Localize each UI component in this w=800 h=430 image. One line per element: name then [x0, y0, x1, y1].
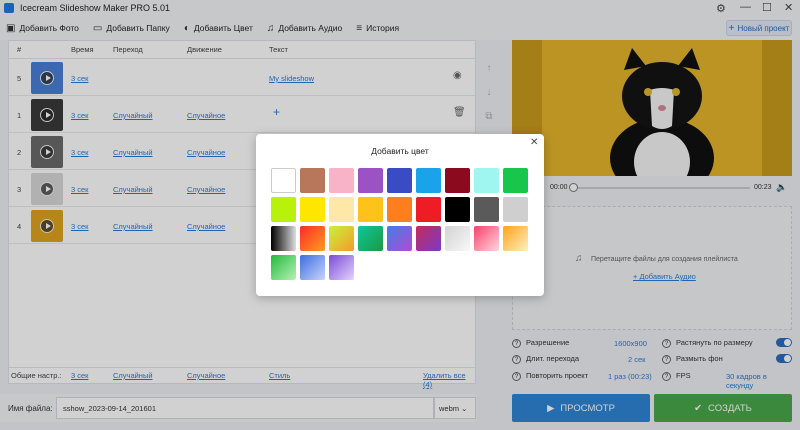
- color-swatch[interactable]: [503, 226, 528, 251]
- color-swatch[interactable]: [271, 255, 296, 280]
- color-swatch[interactable]: [300, 168, 325, 193]
- color-swatch[interactable]: [300, 255, 325, 280]
- color-swatch[interactable]: [387, 168, 412, 193]
- color-swatch[interactable]: [416, 168, 441, 193]
- color-swatch[interactable]: [474, 226, 499, 251]
- color-swatch[interactable]: [445, 168, 470, 193]
- color-swatch[interactable]: [271, 197, 296, 222]
- color-swatch[interactable]: [300, 226, 325, 251]
- color-swatch[interactable]: [329, 226, 354, 251]
- color-swatch[interactable]: [503, 168, 528, 193]
- color-swatch[interactable]: [416, 226, 441, 251]
- color-swatch[interactable]: [358, 168, 383, 193]
- color-swatch[interactable]: [358, 226, 383, 251]
- color-swatch[interactable]: [387, 197, 412, 222]
- dialog-title: Добавить цвет: [371, 146, 429, 156]
- add-color-dialog: Добавить цвет ✕: [256, 134, 544, 296]
- color-swatch[interactable]: [358, 197, 383, 222]
- color-swatch[interactable]: [474, 197, 499, 222]
- close-icon[interactable]: ✕: [530, 137, 538, 148]
- color-swatch[interactable]: [329, 168, 354, 193]
- color-swatch[interactable]: [474, 168, 499, 193]
- color-swatch[interactable]: [387, 226, 412, 251]
- color-swatch[interactable]: [503, 197, 528, 222]
- color-swatch[interactable]: [271, 168, 296, 193]
- color-swatch[interactable]: [329, 197, 354, 222]
- color-swatch[interactable]: [445, 197, 470, 222]
- color-swatch[interactable]: [445, 226, 470, 251]
- color-swatch[interactable]: [329, 255, 354, 280]
- color-swatch[interactable]: [300, 197, 325, 222]
- color-swatch[interactable]: [271, 226, 296, 251]
- color-swatch[interactable]: [416, 197, 441, 222]
